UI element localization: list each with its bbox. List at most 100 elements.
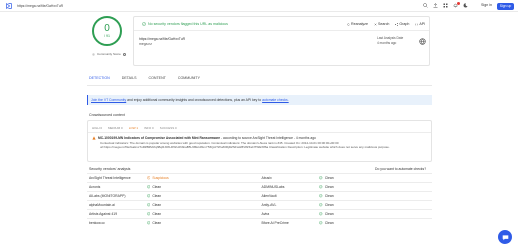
no-detections-text: No security vendors flagged this URL as … xyxy=(148,22,228,26)
analyzed-domain[interactable]: mega.nz xyxy=(139,42,152,46)
vendor-result-label: Clean xyxy=(152,212,162,216)
search-input[interactable]: https://mega.nz/file/GaHxxTuR xyxy=(17,3,387,9)
detection-score: 0 / 91 xyxy=(92,16,122,46)
score-value: 0 xyxy=(104,23,110,34)
tabs-divider xyxy=(87,85,432,86)
check-circle-icon xyxy=(319,203,323,207)
alert-source: - according to source ArcSight Threat In… xyxy=(220,136,316,140)
grid-menu-icon[interactable] xyxy=(443,3,448,8)
summary-divider xyxy=(134,30,429,31)
sign-up-button[interactable]: Sign up xyxy=(497,2,514,10)
check-circle-icon xyxy=(319,221,323,225)
search-icon[interactable] xyxy=(423,3,428,8)
vendor-result: Clean xyxy=(319,203,432,207)
thumbs-icon xyxy=(92,52,95,56)
graph-button[interactable]: Graph xyxy=(395,22,409,26)
api-button[interactable]: API xyxy=(415,22,425,26)
check-circle-icon xyxy=(142,22,146,26)
vendor-result-label: Clean xyxy=(152,203,162,207)
alert-title: MC-1000199-MN Indicators of Compromise A… xyxy=(98,136,316,140)
help-icon[interactable] xyxy=(122,52,126,56)
upload-icon[interactable] xyxy=(433,3,438,8)
vendor-result-label: Clean xyxy=(324,212,334,216)
crowdsourced-card: HIGH 0 MEDIUM 0 LOW 1 INFO 0 SUCCESS 0 M… xyxy=(87,120,432,162)
vendor-result: Clean xyxy=(319,221,432,225)
vendors-title: Security vendors' analysis xyxy=(89,167,131,171)
check-circle-icon xyxy=(147,221,151,225)
vendor-result-label: Clean xyxy=(152,185,162,189)
alert-item: MC-1000199-MN Indicators of Compromise A… xyxy=(92,136,316,140)
vendor-result: Clean xyxy=(147,194,260,198)
warning-icon xyxy=(147,176,151,180)
community-score[interactable]: Community Score xyxy=(92,52,126,56)
virustotal-logo[interactable] xyxy=(6,3,12,9)
vendor-name: AILabs (MONITORAPP) xyxy=(89,194,126,198)
vendor-result-label: Clean xyxy=(152,194,162,198)
action-bar: Reanalyze Search Graph API xyxy=(347,22,425,26)
crowdsourced-title: Crowdsourced context xyxy=(89,113,125,117)
vendor-result: Clean xyxy=(319,176,432,180)
check-circle-icon xyxy=(319,185,323,189)
dark-mode-icon[interactable] xyxy=(463,3,468,8)
vendor-name: Avira xyxy=(261,212,270,216)
crowdsourced-divider xyxy=(88,132,431,133)
vendor-result-label: Suspicious xyxy=(152,176,169,180)
table-row: benkow.cc Clean Bfore.Ai PreCrime Clean xyxy=(87,218,432,227)
api-label: API xyxy=(419,22,426,26)
check-circle-icon xyxy=(319,176,323,180)
automate-checks-link[interactable]: automate checks. xyxy=(262,98,289,102)
check-circle-icon xyxy=(147,212,151,216)
sign-in-link[interactable]: Sign in xyxy=(481,3,492,7)
join-community-link[interactable]: Join the VT Community xyxy=(91,98,126,102)
check-circle-icon xyxy=(147,194,151,198)
graph-icon xyxy=(395,22,399,26)
vendor-result: Clean xyxy=(147,212,260,216)
vendor-name: Abusix xyxy=(261,176,272,180)
warning-icon xyxy=(92,136,96,140)
similar-icon xyxy=(374,22,377,26)
vendor-result: Clean xyxy=(147,185,260,189)
check-circle-icon xyxy=(147,203,151,207)
reanalyze-label: Reanalyze xyxy=(351,22,368,26)
summary-card: No security vendors flagged this URL as … xyxy=(133,16,430,66)
chat-button[interactable] xyxy=(498,230,512,244)
vendor-name: alphaMountain.ai xyxy=(89,203,115,207)
notifications-button[interactable] xyxy=(453,2,460,8)
vendor-result: Suspicious xyxy=(147,176,260,180)
table-row: Artists Against 419 Clean Avira Clean xyxy=(87,209,432,218)
automate-checks-prompt[interactable]: Do you want to automate checks? xyxy=(375,167,426,171)
check-circle-icon xyxy=(319,194,323,198)
vendor-name: Bfore.Ai PreCrime xyxy=(261,221,289,225)
search-label: Search xyxy=(377,22,390,26)
vendor-name: Antiy-AVL xyxy=(261,203,277,207)
similar-search-button[interactable]: Search xyxy=(374,22,389,26)
vendor-result: Clean xyxy=(319,194,432,198)
alert-body: Contextual indicators: The domain is pop… xyxy=(100,141,390,149)
vendor-name: ArcSight Threat Intelligence xyxy=(89,176,131,180)
table-row: alphaMountain.ai Clean Antiy-AVL Clean xyxy=(87,200,432,209)
search-input-value: https://mega.nz/file/GaHxxTuR xyxy=(17,4,64,8)
notification-badge xyxy=(457,2,460,5)
vendor-name: Acronis xyxy=(89,185,101,189)
check-circle-icon xyxy=(147,185,151,189)
vendor-result: Clean xyxy=(147,221,260,225)
vendor-result: Clean xyxy=(319,185,432,189)
globe-icon xyxy=(419,38,426,45)
top-icons xyxy=(423,2,468,8)
top-bar: https://mega.nz/file/GaHxxTuR Sign in Si… xyxy=(0,0,518,12)
refresh-icon xyxy=(347,22,350,26)
reanalyze-button[interactable]: Reanalyze xyxy=(347,22,368,26)
api-icon xyxy=(415,23,419,25)
vendor-result-label: Clean xyxy=(324,185,334,189)
vendor-result-label: Clean xyxy=(152,221,162,225)
table-row: Acronis Clean ADMINUSLabs Clean xyxy=(87,182,432,191)
graph-label: Graph xyxy=(399,22,410,26)
table-row: AILabs (MONITORAPP) Clean AlienVault Clean xyxy=(87,191,432,200)
vendor-result: Clean xyxy=(319,212,432,216)
vendor-name: Artists Against 419 xyxy=(89,212,118,216)
alert-name[interactable]: MC-1000199-MN Indicators of Compromise A… xyxy=(98,136,220,140)
vendor-name: AlienVault xyxy=(261,194,277,198)
analyzed-url[interactable]: https://mega.nz/file/GaHxxTuR xyxy=(139,37,185,41)
community-score-label: Community Score xyxy=(97,52,121,56)
banner-text: and enjoy additional community insights … xyxy=(126,98,263,102)
